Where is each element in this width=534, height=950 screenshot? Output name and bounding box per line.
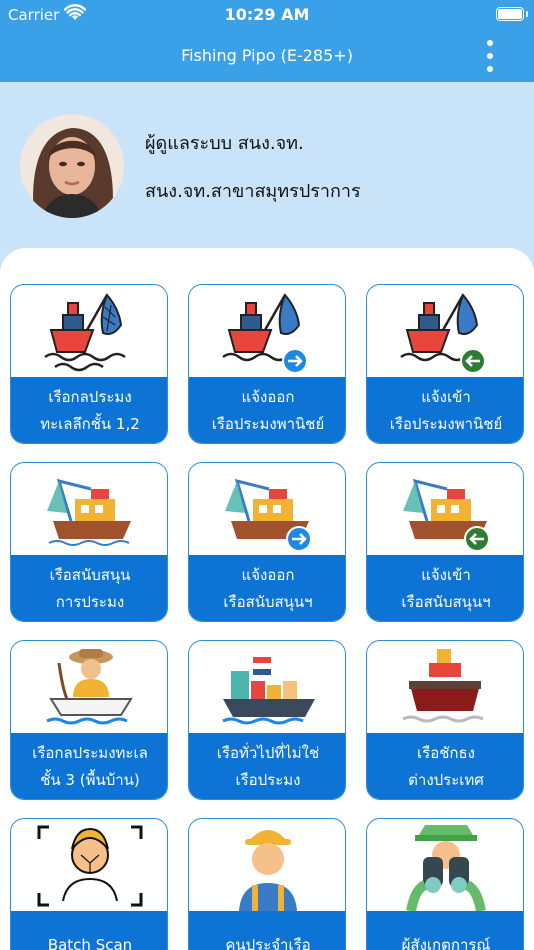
tile-label: เรือกลประมง ทะเลลึกชั้น 1,2 (11, 377, 167, 443)
menu-panel: เรือกลประมง ทะเลลึกชั้น 1,2 แจ้งออก เรือปร… (0, 248, 534, 950)
status-bar: Carrier 10:29 AM (0, 0, 534, 30)
support-boat-icon (47, 478, 131, 546)
tile-label: แจ้งเข้า เรือสนับสนุนฯ (367, 555, 523, 621)
menu-tile-foreign-flag-vessel[interactable]: เรือชักธง ต่างประเทศ (366, 640, 524, 800)
nav-bar: Fishing Pipo (E-285+) (0, 30, 534, 82)
menu-tile-arrive-support-boat[interactable]: แจ้งเข้า เรือสนับสนุนฯ (366, 462, 524, 622)
tile-label: แจ้งออก เรือประมงพานิชย์ (189, 377, 345, 443)
fishing-boat-depart-icon (222, 293, 308, 374)
menu-tile-local-fishing-boat[interactable]: เรือกลประมงทะเล ชั้น 3 (พื้นบ้าน) (10, 640, 168, 800)
tile-label: คนประจำเรือ (189, 911, 345, 950)
user-branch: สนง.จท.สาขาสมุทรปราการ (145, 181, 361, 202)
battery-icon (496, 7, 524, 21)
menu-tile-general-vessel[interactable]: เรือทั่วไปที่ไม่ใช่ เรือประมง (188, 640, 346, 800)
support-boat-depart-icon (225, 478, 312, 552)
menu-tile-depart-commercial-boat[interactable]: แจ้งออก เรือประมงพานิชย์ (188, 284, 346, 444)
user-photo-icon (20, 114, 124, 218)
tile-label: แจ้งเข้า เรือประมงพานิชย์ (367, 377, 523, 443)
foreign-ship-icon (402, 649, 484, 723)
user-name: ผู้ดูแลระบบ สนง.จท. (145, 133, 304, 154)
profile-header: ผู้ดูแลระบบ สนง.จท. สนง.จท.สาขาสมุทรปราก… (0, 82, 534, 252)
observer-binoculars-icon (406, 825, 486, 911)
more-options-icon[interactable] (484, 40, 496, 72)
tile-label: ผู้สังเกตการณ์ (367, 911, 523, 950)
local-fisherman-icon (46, 649, 133, 725)
fishing-boat-icon (44, 293, 126, 372)
clock: 10:29 AM (224, 5, 310, 24)
menu-tile-arrive-commercial-boat[interactable]: แจ้งเข้า เรือประมงพานิชย์ (366, 284, 524, 444)
tile-label: เรือสนับสนุน การประมง (11, 555, 167, 621)
menu-tile-support-boat[interactable]: เรือสนับสนุน การประมง (10, 462, 168, 622)
tile-label: เรือทั่วไปที่ไม่ใช่ เรือประมง (189, 733, 345, 799)
avatar (20, 114, 124, 218)
battery-tip (526, 11, 528, 17)
crew-worker-icon (239, 830, 297, 911)
tile-label: Batch Scan (11, 911, 167, 950)
menu-tile-batch-scan[interactable]: Batch Scan (10, 818, 168, 950)
menu-tile-depart-support-boat[interactable]: แจ้งออก เรือสนับสนุนฯ (188, 462, 346, 622)
support-boat-arrive-icon (403, 478, 490, 552)
tile-label: เรือกลประมงทะเล ชั้น 3 (พื้นบ้าน) (11, 733, 167, 799)
menu-tile-crew[interactable]: คนประจำเรือ (188, 818, 346, 950)
menu-tile-observer[interactable]: ผู้สังเกตการณ์ (366, 818, 524, 950)
cargo-ship-icon (222, 657, 315, 725)
app-title: Fishing Pipo (E-285+) (181, 46, 353, 65)
menu-tile-deep-sea-fishing-boat[interactable]: เรือกลประมง ทะเลลึกชั้น 1,2 (10, 284, 168, 444)
tile-label: แจ้งออก เรือสนับสนุนฯ (189, 555, 345, 621)
fishing-boat-arrive-icon (400, 293, 486, 374)
face-scan-icon (37, 825, 143, 907)
tile-label: เรือชักธง ต่างประเทศ (367, 733, 523, 799)
